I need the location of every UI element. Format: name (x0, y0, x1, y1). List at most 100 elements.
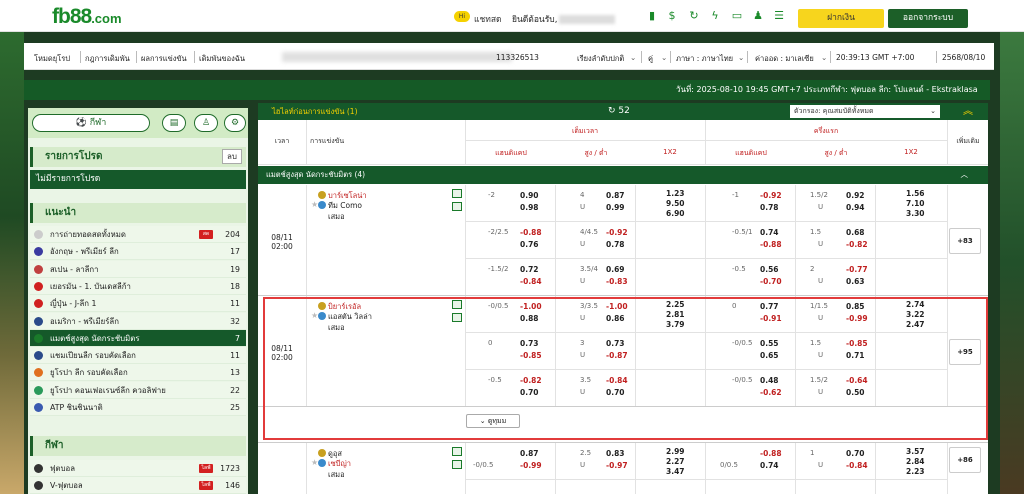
stats-icon[interactable] (452, 189, 462, 198)
odds-under[interactable]: 0.78 (606, 240, 625, 249)
odds-1x2-ht[interactable]: 2.23 (906, 467, 925, 476)
more-bets-button[interactable]: +86 (949, 447, 981, 473)
odds-1x2[interactable]: 2.27 (666, 457, 685, 466)
odds-home-ht[interactable]: -0.88 (760, 449, 782, 458)
live-tracker-icon[interactable] (452, 460, 462, 469)
odds-over-ht[interactable]: 0.68 (846, 228, 865, 237)
odds-over-ht[interactable]: -0.85 (846, 339, 868, 348)
sidebar-item[interactable]: อังกฤษ - พรีเมียร์ ลีก 17 (30, 243, 246, 261)
logout-button[interactable]: ออกจากระบบ (888, 9, 968, 28)
sidebar-item[interactable]: สเปน - ลาลีกา 19 (30, 260, 246, 278)
odds-under[interactable]: 0.99 (606, 203, 625, 212)
sort-select[interactable]: เรียงลำดับปกติ (577, 53, 624, 65)
odds-1x2[interactable]: 3.79 (666, 320, 685, 329)
odds-away-ht[interactable]: 0.74 (760, 461, 779, 470)
sidebar-item[interactable]: ATP ชินชินนาติ 25 (30, 399, 246, 416)
odds-under[interactable]: -0.87 (606, 351, 628, 360)
expand-button[interactable]: ⌄ ดูทุมม (466, 414, 520, 428)
odds-under[interactable]: 0.70 (606, 388, 625, 397)
nav-results[interactable]: ผลการแข่งขัน (141, 53, 187, 65)
live-tracker-icon[interactable] (452, 313, 462, 322)
stats-icon[interactable] (452, 447, 462, 456)
odds-1x2[interactable]: 2.81 (666, 310, 685, 319)
odds-over[interactable]: -1.00 (606, 302, 628, 311)
odds-1x2[interactable]: 2.25 (666, 300, 685, 309)
odds-away[interactable]: -0.85 (520, 351, 542, 360)
odds-1x2-ht[interactable]: 2.47 (906, 320, 925, 329)
sidebar-item[interactable]: ยูโรปา ลีก รอบคัดเลือก 13 (30, 364, 246, 382)
odds-over-ht[interactable]: 0.70 (846, 449, 865, 458)
league-header[interactable]: แมตช์สูงสุด นัดกระชับมิตร (4) ︿ (258, 166, 988, 184)
live-chat-link[interactable]: แชทสด (474, 12, 502, 26)
refresh-icon[interactable]: ↻ (687, 10, 701, 22)
odds-away[interactable]: 0.98 (520, 203, 539, 212)
odds-under-ht[interactable]: -0.82 (846, 240, 868, 249)
sidebar-item[interactable]: การถ่ายทอดสดทั้งหมด สด 204 (30, 226, 246, 243)
more-bets-button[interactable]: +95 (949, 338, 981, 365)
odds-home[interactable]: 0.72 (520, 265, 539, 274)
odds-over[interactable]: 0.73 (606, 339, 625, 348)
odds-away-ht[interactable]: -0.70 (760, 277, 782, 286)
coupon-icon[interactable]: ▭ (730, 10, 744, 22)
language-select[interactable]: ภาษา : ภาษาไทย (676, 53, 733, 65)
odds-under-ht[interactable]: -0.99 (846, 314, 868, 323)
odds-1x2[interactable]: 9.50 (666, 199, 685, 208)
tab-betslip-icon[interactable]: ▤ (162, 114, 186, 132)
odds-over-ht[interactable]: -0.64 (846, 376, 868, 385)
phone-icon[interactable]: ▮ (645, 10, 659, 22)
odds-under-ht[interactable]: 0.63 (846, 277, 865, 286)
profile-icon[interactable]: ♟ (751, 10, 765, 22)
odds-home-ht[interactable]: 0.77 (760, 302, 779, 311)
deposit-button[interactable]: ฝากเงิน (798, 9, 884, 28)
nav-euro-mode[interactable]: โหมดยุโรป (34, 53, 70, 65)
sport-item[interactable]: V-ฟุตบอล ไลฟ์ 146 (30, 477, 246, 494)
odds-home[interactable]: -0.88 (520, 228, 542, 237)
odds-away-ht[interactable]: -0.62 (760, 388, 782, 397)
odds-over[interactable]: -0.92 (606, 228, 628, 237)
tab-settings-icon[interactable]: ⚙ (224, 114, 246, 132)
live-label[interactable]: ไฮไลท์ก่อนการแข่งขัน (1) (272, 107, 358, 116)
odds-away-ht[interactable]: 0.65 (760, 351, 779, 360)
sidebar-item[interactable]: ญี่ปุ่น - J-ลีก 1 11 (30, 295, 246, 313)
odds-home[interactable]: 0.87 (520, 449, 539, 458)
nav-rules[interactable]: กฎการเดิมพัน (85, 53, 130, 65)
odds-away-ht[interactable]: -0.91 (760, 314, 782, 323)
odds-home[interactable]: 0.90 (520, 191, 539, 200)
odds-over-ht[interactable]: -0.77 (846, 265, 868, 274)
odds-1x2[interactable]: 3.47 (666, 467, 685, 476)
live-tracker-icon[interactable] (452, 202, 462, 211)
odds-away[interactable]: 0.76 (520, 240, 539, 249)
list-icon[interactable]: ☰ (772, 10, 786, 22)
sidebar-item[interactable]: แมตช์สูงสุด นัดกระชับมิตร 7 (30, 329, 246, 347)
chat-badge-icon[interactable]: Hi (454, 11, 470, 22)
odds-over[interactable]: 0.83 (606, 449, 625, 458)
odds-1x2-ht[interactable]: 7.10 (906, 199, 925, 208)
odds-home-ht[interactable]: 0.74 (760, 228, 779, 237)
sidebar-item[interactable]: ยูโรปา คอนเฟอเรนซ์ลีก ควอลิฟาย 22 (30, 381, 246, 399)
odds-view-select[interactable]: คู่ (648, 53, 653, 65)
odds-away[interactable]: -0.84 (520, 277, 542, 286)
odds-over[interactable]: 0.87 (606, 191, 625, 200)
odds-home-ht[interactable]: -0.92 (760, 191, 782, 200)
odds-away[interactable]: -0.99 (520, 461, 542, 470)
wallet-icon[interactable]: $ (665, 10, 679, 22)
flash-icon[interactable]: ϟ (708, 10, 722, 22)
odds-home[interactable]: -0.82 (520, 376, 542, 385)
fav-delete-button[interactable]: ลบ (222, 149, 242, 164)
odds-away-ht[interactable]: 0.78 (760, 203, 779, 212)
odds-under-ht[interactable]: 0.71 (846, 351, 865, 360)
odds-under[interactable]: 0.86 (606, 314, 625, 323)
collapse-chevron-icon[interactable]: ︽ (948, 103, 988, 120)
odds-over[interactable]: -0.84 (606, 376, 628, 385)
odds-over[interactable]: 0.69 (606, 265, 625, 274)
odds-home-ht[interactable]: 0.56 (760, 265, 779, 274)
sidebar-item[interactable]: อเมริกา - พรีเมียร์ลีก 32 (30, 312, 246, 330)
odds-home[interactable]: 0.73 (520, 339, 539, 348)
odds-1x2[interactable]: 6.90 (666, 209, 685, 218)
odds-1x2-ht[interactable]: 3.57 (906, 447, 925, 456)
more-bets-button[interactable]: +83 (949, 227, 981, 254)
odds-under-ht[interactable]: 0.50 (846, 388, 865, 397)
odds-1x2-ht[interactable]: 1.56 (906, 189, 925, 198)
odds-1x2-ht[interactable]: 3.30 (906, 209, 925, 218)
odds-over-ht[interactable]: 0.92 (846, 191, 865, 200)
